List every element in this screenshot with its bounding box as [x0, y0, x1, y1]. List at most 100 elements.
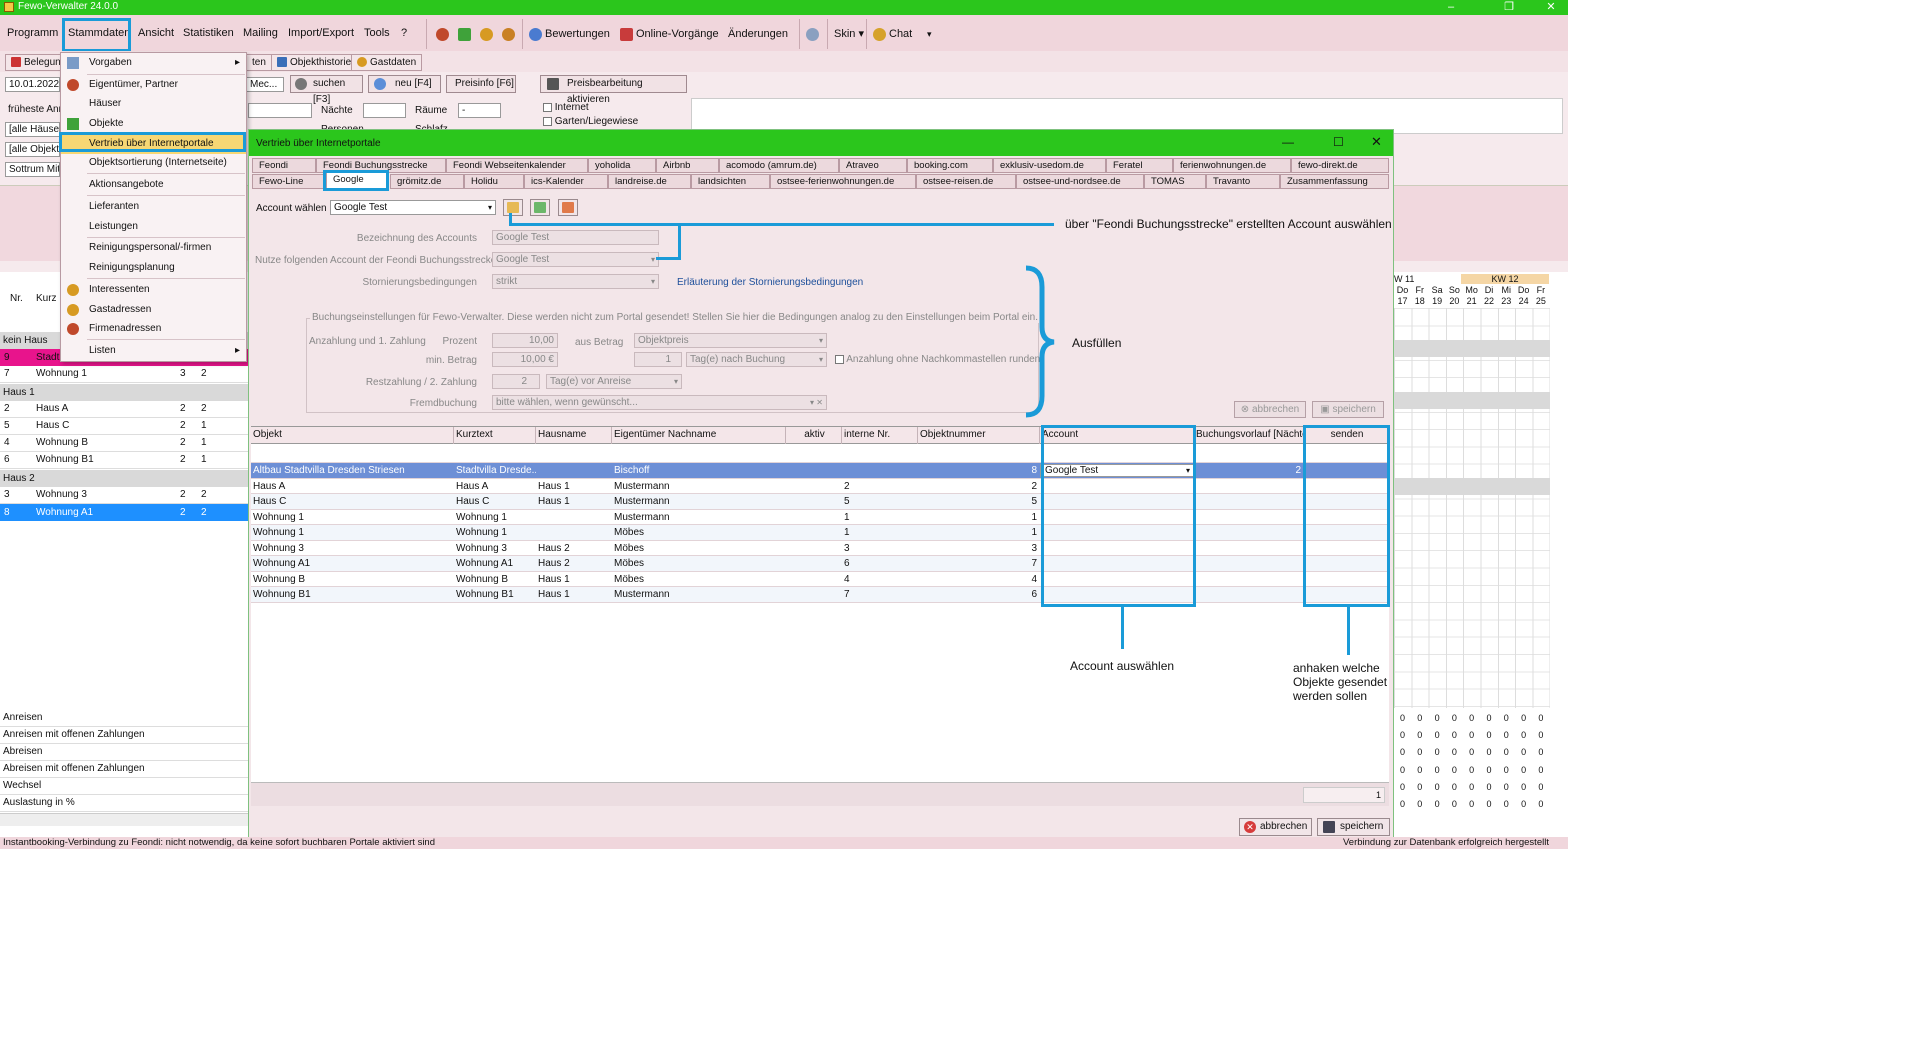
tage-nach-buchung-select[interactable]: Tag(e) nach Buchung ▾ — [686, 352, 827, 367]
portal-tab[interactable]: Holidu — [464, 174, 524, 189]
portal-tab[interactable]: booking.com — [907, 158, 993, 173]
minimize-button[interactable]: – — [1436, 0, 1466, 15]
grid-row[interactable]: Haus C Haus C Haus 1 Mustermann 5 5 — [251, 494, 1389, 510]
grid-row[interactable]: Wohnung B1 Wohnung B1 Haus 1 Mustermann 7 6 — [251, 587, 1389, 603]
storno-link[interactable]: Erläuterung der Stornierungsbedingungen — [677, 277, 863, 288]
grid-row[interactable]: Wohnung 1 Wohnung 1 Möbes 1 1 — [251, 525, 1389, 541]
menu-item-leistungen[interactable]: Leistungen — [61, 217, 246, 237]
menu-item-lieferanten[interactable]: Lieferanten — [61, 197, 246, 217]
list-row[interactable]: 4 Wohnung B21 — [0, 435, 248, 452]
col-aktiv[interactable]: aktiv — [786, 427, 842, 444]
portal-tab[interactable]: ostsee-ferienwohnungen.de — [770, 174, 916, 189]
menu-item-aktionsangebote[interactable]: Aktionsangebote — [61, 175, 246, 195]
online-vorgaenge-button[interactable]: Online-Vorgänge — [620, 22, 719, 46]
col-buchungsvorlauf[interactable]: Buchungsvorlauf [Nächte] — [1194, 427, 1304, 444]
menu-tools[interactable]: Tools — [364, 27, 390, 39]
tage-nach-buchung-field[interactable]: 1 — [634, 352, 682, 367]
portal-tab[interactable]: Atraveo — [839, 158, 907, 173]
tab-objekthistorie[interactable]: Objekthistorie — [271, 54, 358, 71]
portal-tab[interactable]: acomodo (amrum.de) — [719, 158, 839, 173]
storno-select[interactable]: strikt ▾ — [492, 274, 659, 289]
list-row-selected[interactable]: 8 Wohnung A1 2 2 — [0, 504, 248, 521]
portal-tab[interactable]: landreise.de — [608, 174, 691, 189]
portal-tab[interactable]: Feondi Webseitenkalender — [446, 158, 588, 173]
portal-tab[interactable]: landsichten — [691, 174, 770, 189]
grid-row[interactable]: Wohnung A1 Wohnung A1 Haus 2 Möbes 6 7 — [251, 556, 1389, 572]
delete-account-button[interactable] — [558, 199, 578, 216]
horizontal-scrollbar[interactable] — [0, 813, 248, 826]
portal-tab[interactable]: ostsee-reisen.de — [916, 174, 1016, 189]
portal-tab[interactable]: exklusiv-usedom.de — [993, 158, 1106, 173]
guest-icon[interactable] — [480, 22, 496, 46]
menu-item-objektsortierung[interactable]: Objektsortierung (Internetseite) — [61, 153, 246, 173]
portal-tab[interactable]: Feondi — [252, 158, 316, 173]
prozent-field[interactable]: 10,00 — [492, 333, 558, 348]
col-objekt[interactable]: Objekt — [251, 427, 454, 444]
add-account-button[interactable] — [530, 199, 550, 216]
mec-select[interactable]: Mec... — [246, 77, 284, 92]
menu-programm[interactable]: Programm — [7, 27, 58, 39]
grid-filter-row[interactable] — [251, 445, 1389, 463]
preisbearbeitung-button[interactable]: Preisbearbeitung aktivieren — [540, 75, 687, 105]
abbrechen-small-button[interactable]: ⊗ abbrechen — [1234, 401, 1306, 418]
menu-item-listen[interactable]: Listen ▸ — [61, 341, 246, 361]
grid-row[interactable]: Wohnung B Wohnung B Haus 1 Möbes 4 4 — [251, 571, 1389, 587]
garten-checkbox[interactable]: Garten/Liegewiese — [543, 116, 638, 127]
bezeichnung-field[interactable]: Google Test — [492, 230, 659, 245]
dialog-close-button[interactable]: ✕ — [1371, 134, 1382, 150]
menu-statistiken[interactable]: Statistiken — [183, 27, 234, 39]
portal-tab[interactable]: Airbnb — [656, 158, 719, 173]
runden-checkbox[interactable]: Anzahlung ohne Nachkommastellen runden — [835, 354, 1040, 365]
col-eigentuemer[interactable]: Eigentümer Nachname — [612, 427, 786, 444]
menu-item-interessenten[interactable]: Interessenten — [61, 280, 246, 300]
menu-ansicht[interactable]: Ansicht — [138, 27, 174, 39]
rest-select[interactable]: Tag(e) vor Anreise ▾ — [546, 374, 682, 389]
house-icon[interactable] — [458, 22, 474, 46]
abbrechen-button[interactable]: ✕ abbrechen — [1239, 818, 1312, 836]
menu-item-firmenadressen[interactable]: Firmenadressen — [61, 319, 246, 339]
fremd-select[interactable]: bitte wählen, wenn gewünscht... ▾ ✕ — [492, 395, 827, 410]
ort-select[interactable]: Sottrum Mitte — [5, 162, 60, 177]
grid-row[interactable]: Wohnung 3 Wohnung 3 Haus 2 Möbes 3 3 — [251, 540, 1389, 556]
close-window-button[interactable]: ✕ — [1536, 0, 1566, 15]
aus-betrag-select[interactable]: Objektpreis ▾ — [634, 333, 827, 348]
raeume-select[interactable]: - — [458, 103, 501, 118]
maximize-button[interactable]: ❐ — [1494, 0, 1524, 15]
list-row[interactable]: 7 Wohnung 132 — [0, 366, 248, 383]
portal-tab[interactable]: Travanto — [1206, 174, 1280, 189]
menu-item-haeuser[interactable]: Häuser — [61, 94, 246, 114]
portal-tab[interactable]: TOMAS — [1144, 174, 1206, 189]
dialog-minimize-button[interactable]: — — [1282, 135, 1294, 149]
list-row[interactable]: 6 Wohnung B1 2 1 — [0, 452, 248, 469]
menu-item-gastadressen[interactable]: Gastadressen — [61, 300, 246, 320]
menu-item-vorgaben[interactable]: Vorgaben ▸ — [61, 53, 246, 73]
bewertungen-button[interactable]: Bewertungen — [529, 22, 610, 46]
tab-hidden[interactable]: ten — [247, 54, 272, 71]
neu-button[interactable]: neu [F4] — [368, 75, 441, 93]
edit-account-button[interactable] — [503, 199, 523, 216]
preisinfo-button[interactable]: Preisinfo [F6] — [446, 75, 516, 93]
speichern-button[interactable]: speichern — [1317, 818, 1390, 836]
portal-tab[interactable]: ferienwohnungen.de — [1173, 158, 1291, 173]
objekte-select[interactable]: [alle Objekte — [5, 142, 60, 157]
suchen-button[interactable]: suchen [F3] — [290, 75, 363, 105]
person-icon[interactable] — [502, 22, 518, 46]
list-row[interactable]: 2 Haus A22 — [0, 401, 248, 418]
portal-tab[interactable]: fewo-direkt.de — [1291, 158, 1389, 173]
portal-tab[interactable]: ostsee-und-nordsee.de — [1016, 174, 1144, 189]
portal-tab[interactable]: grömitz.de — [390, 174, 464, 189]
portal-tab[interactable]: Feratel — [1106, 158, 1173, 173]
menu-import-export[interactable]: Import/Export — [288, 27, 354, 39]
date-field[interactable]: 10.01.2022 — [5, 77, 60, 92]
list-row[interactable]: 3 Wohnung 322 — [0, 487, 248, 504]
rest-field[interactable]: 2 — [492, 374, 540, 389]
menu-item-objekte[interactable]: Objekte — [61, 114, 246, 134]
menu-item-reinigungsplanung[interactable]: Reinigungsplanung — [61, 258, 246, 278]
grid-row[interactable]: Wohnung 1 Wohnung 1 Mustermann 1 1 — [251, 509, 1389, 525]
menu-help[interactable]: ? — [401, 27, 407, 39]
haeuser-select[interactable]: [alle Häuser] — [5, 122, 60, 137]
portal-tab[interactable]: Fewo-Line — [252, 174, 326, 189]
chat-button[interactable]: Chat — [873, 22, 912, 46]
list-row[interactable]: 5 Haus C21 — [0, 418, 248, 435]
col-objektnummer[interactable]: Objektnummer — [918, 427, 1040, 444]
